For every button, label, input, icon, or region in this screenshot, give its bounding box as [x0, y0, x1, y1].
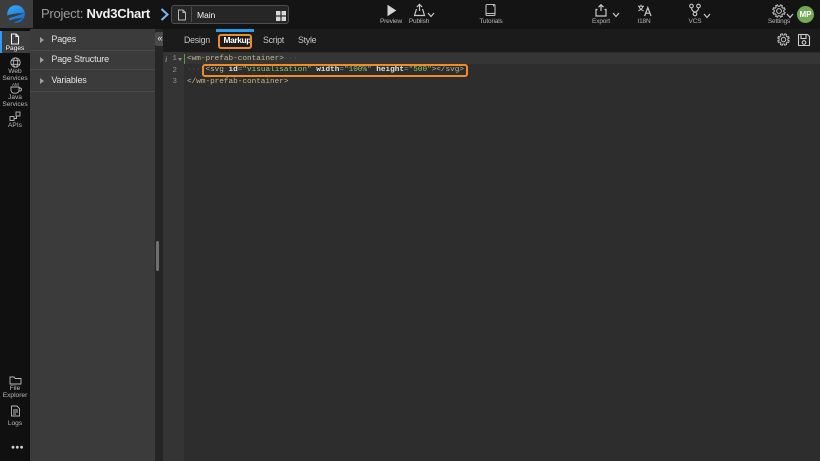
svg-text:AM: AM — [12, 82, 19, 87]
